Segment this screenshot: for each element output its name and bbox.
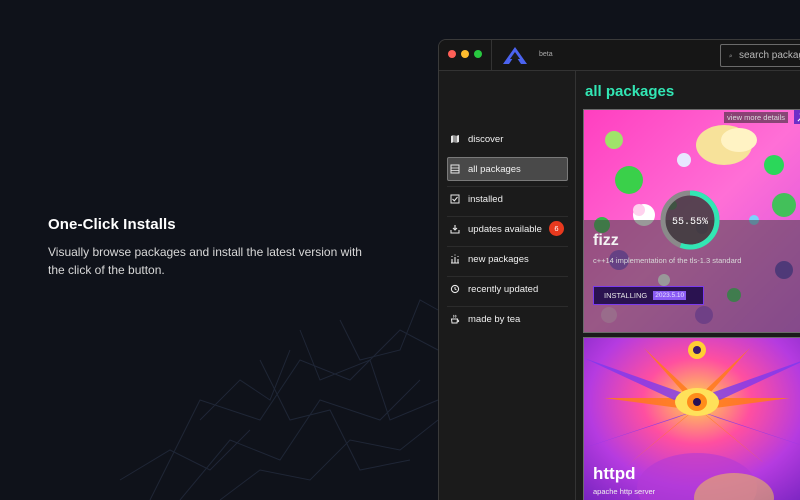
- sidebar-item-label: new packages: [468, 253, 529, 265]
- sidebar-item-label: discover: [468, 133, 504, 145]
- view-more-details-link[interactable]: view more details: [724, 112, 788, 123]
- promo-section: One-Click Installs Visually browse packa…: [48, 216, 378, 279]
- title-bar: beta: [439, 40, 800, 71]
- install-progress-text: 55.55%: [672, 217, 708, 228]
- package-name: fizz: [593, 232, 619, 249]
- sidebar-item-label: all packages: [468, 163, 521, 175]
- sidebar-item-label: updates available: [468, 223, 542, 235]
- promo-title: One-Click Installs: [48, 216, 176, 233]
- expand-icon[interactable]: [794, 110, 800, 124]
- tea-logo-icon[interactable]: [503, 47, 527, 64]
- package-card-fizz[interactable]: view more details 55.55% fizz c++14 impl…: [583, 109, 800, 333]
- history-icon: [450, 284, 460, 294]
- sidebar-item-updates-available[interactable]: updates available 6: [447, 217, 568, 241]
- maximize-window-button[interactable]: [474, 50, 482, 58]
- titlebar-divider: [491, 40, 492, 71]
- promo-description: Visually browse packages and install the…: [48, 245, 362, 277]
- sidebar-item-all-packages[interactable]: all packages: [447, 157, 568, 181]
- sidebar-item-label: recently updated: [468, 283, 539, 295]
- sidebar-item-label: made by tea: [468, 313, 521, 325]
- sidebar-item-made-by-tea[interactable]: made by tea: [447, 307, 568, 331]
- package-description: apache http server: [593, 487, 656, 496]
- sidebar: discover all packages installed updates …: [439, 71, 576, 500]
- sidebar-item-label: installed: [468, 193, 503, 205]
- map-icon: [450, 134, 460, 144]
- search-input[interactable]: [739, 50, 800, 61]
- main-content: all packages view more details 55.55% fi…: [577, 71, 800, 500]
- download-icon: [450, 224, 460, 234]
- page-title: all packages: [585, 83, 675, 100]
- install-progress-ring: 55.55%: [660, 190, 720, 250]
- close-window-button[interactable]: [448, 50, 456, 58]
- sidebar-item-installed[interactable]: installed: [447, 187, 568, 211]
- package-description: c++14 implementation of the tls-1.3 stan…: [593, 256, 742, 265]
- sidebar-item-recently-updated[interactable]: recently updated: [447, 277, 568, 301]
- check-square-icon: [450, 194, 460, 204]
- package-name: httpd: [593, 464, 636, 483]
- app-window: beta discover all packages: [438, 39, 800, 500]
- tea-icon: [450, 314, 460, 324]
- package-card-httpd[interactable]: httpd apache http server: [583, 337, 800, 500]
- minimize-window-button[interactable]: [461, 50, 469, 58]
- grid-icon: [450, 164, 460, 174]
- install-button[interactable]: INSTALLING 2023.5.10: [593, 286, 704, 305]
- search-box[interactable]: [720, 44, 800, 67]
- beta-label: beta: [539, 51, 553, 58]
- version-tag: 2023.5.10: [653, 291, 687, 300]
- sidebar-item-discover[interactable]: discover: [447, 127, 568, 151]
- search-icon: [729, 54, 732, 57]
- updates-count-badge: 6: [549, 221, 564, 236]
- sparkle-icon: [450, 254, 460, 264]
- sidebar-item-new-packages[interactable]: new packages: [447, 247, 568, 271]
- install-status-label: INSTALLING: [604, 291, 648, 300]
